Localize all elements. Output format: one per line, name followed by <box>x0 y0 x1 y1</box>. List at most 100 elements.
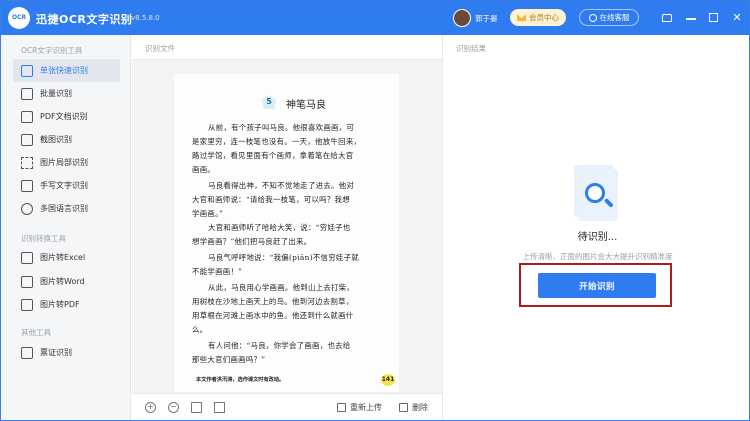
sidebar-item-label: 截图识别 <box>40 135 72 144</box>
sidebar-item-ticket[interactable]: 票证识别 <box>13 341 120 364</box>
word-icon <box>21 275 33 288</box>
service-icon <box>588 13 597 22</box>
sidebar-item-label: 批量识别 <box>40 89 72 98</box>
doc-line: 不能学画画！” <box>192 267 243 276</box>
zoom-in-icon[interactable]: + <box>145 402 156 413</box>
sidebar-section-title: OCR文字识别工具 <box>21 46 83 55</box>
app-window: OCR 迅捷OCR文字识别 v8.5.8.0 郭于晏 会员中心 在线客服 ✕ O… <box>0 0 750 421</box>
page-number-badge: 141 <box>381 374 395 386</box>
doc-line: 大官和画师听了哈哈大笑，说：“穷娃子也 <box>208 223 351 232</box>
doc-line: 大官和画师说：“请给我一枝笔，可以吗？我想 <box>192 195 350 204</box>
start-recognition-button[interactable]: 开始识别 <box>538 273 656 298</box>
result-panel-header: 识别结果 <box>442 35 749 60</box>
screenshot-icon <box>21 133 33 146</box>
doc-line: 画画。 <box>192 165 216 174</box>
sidebar-item-batch[interactable]: 批量识别 <box>13 82 120 105</box>
document-page: 5 神笔马良 从前，有个孩子叫马良。他很喜欢画画，可 是家里穷，连一枝笔也没有。… <box>174 74 399 392</box>
fit-screen-icon[interactable] <box>214 402 225 413</box>
maximize-icon <box>709 13 718 22</box>
doc-line: 从此，马良用心学画画。他到山上去打柴， <box>208 283 355 292</box>
doc-line: 用树枝在沙地上画天上的鸟。他到河边去割草， <box>192 297 354 306</box>
rotate-icon[interactable] <box>191 402 202 413</box>
doc-line: 学画画。” <box>192 209 224 218</box>
magnifier-icon <box>585 183 605 203</box>
waiting-illustration-icon <box>570 163 626 225</box>
doc-line: 是家里穷，连一枝笔也没有。一天，他放牛回来， <box>192 137 362 146</box>
doc-line: 用草根在河滩上画水中的鱼。他还到什么就画什 <box>192 311 354 320</box>
app-logo-icon: OCR <box>8 7 30 29</box>
pdf-icon <box>21 110 33 123</box>
app-version: v8.5.8.0 <box>131 14 160 22</box>
online-service-button[interactable]: 在线客服 <box>579 9 639 26</box>
doc-line: 马良气呼呼地说：“我偏(piān)不信穷娃子就 <box>208 253 359 262</box>
upload-icon <box>337 403 346 412</box>
delete-label: 删除 <box>412 403 428 412</box>
doc-footnote: 本文作者洪汛涛，选作课文时有改动。 <box>196 377 285 383</box>
crop-icon <box>21 156 33 169</box>
skin-icon <box>662 14 672 22</box>
online-service-label: 在线客服 <box>599 13 630 22</box>
delete-button[interactable]: 删除 <box>399 402 428 413</box>
doc-line: 有人问他：“马良，你学会了画画，也去给 <box>208 341 351 350</box>
vip-center-button[interactable]: 会员中心 <box>510 9 566 26</box>
skin-button[interactable] <box>659 10 675 26</box>
maximize-button[interactable] <box>706 10 722 26</box>
sidebar-item-word[interactable]: 图片转Word <box>13 270 120 293</box>
sidebar-item-topdf[interactable]: 图片转PDF <box>13 293 120 316</box>
doc-line: 路过学馆，看见里面有个画师，拿着笔在给大官 <box>192 151 354 160</box>
batch-icon <box>21 87 33 100</box>
sidebar-item-label: 图片转PDF <box>40 300 80 309</box>
pdf-convert-icon <box>21 298 33 311</box>
sidebar: OCR文字识别工具 单张快速识别 批量识别 PDF文档识别 截图识别 图片局部识… <box>1 35 131 420</box>
result-panel: 待识别... 上传清晰、正面的图片会大大提升识别精准度 开始识别 <box>442 60 749 420</box>
sidebar-item-multilang[interactable]: 多国语言识别 <box>13 197 120 220</box>
sidebar-item-label: 单张快速识别 <box>40 66 88 75</box>
sidebar-item-pdf[interactable]: PDF文档识别 <box>13 105 120 128</box>
sidebar-section-title: 识别转换工具 <box>21 234 66 243</box>
handwriting-icon <box>21 179 33 192</box>
reupload-button[interactable]: 重新上传 <box>337 402 382 413</box>
username[interactable]: 郭于晏 <box>475 13 498 24</box>
image-scan-icon <box>21 64 33 77</box>
sidebar-section-title: 其他工具 <box>21 328 51 337</box>
ticket-icon <box>21 346 33 359</box>
sidebar-item-label: 图片转Excel <box>40 253 86 262</box>
file-panel-title: 识别文件 <box>145 44 175 53</box>
app-title: 迅捷OCR文字识别 <box>36 13 133 26</box>
zoom-out-icon[interactable]: − <box>168 402 179 413</box>
result-panel-title: 识别结果 <box>456 44 486 53</box>
file-panel-header: 识别文件 <box>132 35 442 60</box>
sidebar-item-single-quick[interactable]: 单张快速识别 <box>13 59 120 82</box>
sidebar-item-partial[interactable]: 图片局部识别 <box>13 151 120 174</box>
chapter-title: 神笔马良 <box>286 100 326 111</box>
doc-line: 那些大官们画画吗？” <box>192 355 266 364</box>
sidebar-item-handwriting[interactable]: 手写文字识别 <box>13 174 120 197</box>
sidebar-item-label: 图片转Word <box>40 277 85 286</box>
doc-line: 想学画画？”他们把马良赶了出来。 <box>192 237 312 246</box>
sidebar-item-screenshot[interactable]: 截图识别 <box>13 128 120 151</box>
close-button[interactable]: ✕ <box>729 10 745 26</box>
avatar[interactable] <box>453 9 471 27</box>
preview-toolbar: + − 重新上传 删除 <box>132 393 442 420</box>
vip-center-label: 会员中心 <box>529 13 559 22</box>
excel-icon <box>21 251 33 264</box>
doc-line: 从前，有个孩子叫马良。他很喜欢画画，可 <box>208 123 355 132</box>
status-hint: 上传清晰、正面的图片会大大提升识别精准度 <box>522 252 673 261</box>
sidebar-item-label: 图片局部识别 <box>40 158 88 167</box>
document-preview[interactable]: 5 神笔马良 从前，有个孩子叫马良。他很喜欢画画，可 是家里穷，连一枝笔也没有。… <box>132 60 442 393</box>
doc-line: 么。 <box>192 325 208 334</box>
sidebar-item-label: PDF文档识别 <box>40 112 88 121</box>
status-title: 待识别... <box>577 232 618 243</box>
title-bar: OCR 迅捷OCR文字识别 v8.5.8.0 郭于晏 会员中心 在线客服 ✕ <box>1 1 749 35</box>
sidebar-item-label: 手写文字识别 <box>40 181 88 190</box>
minimize-button[interactable] <box>683 10 699 26</box>
trash-icon <box>399 403 408 412</box>
doc-line: 马良看得出神，不知不觉地走了进去。他对 <box>208 181 355 190</box>
close-icon: ✕ <box>732 11 742 24</box>
chapter-number: 5 <box>262 95 276 109</box>
globe-icon <box>21 202 33 215</box>
minimize-icon <box>686 18 696 20</box>
crown-icon <box>517 14 526 21</box>
sidebar-item-excel[interactable]: 图片转Excel <box>13 246 120 269</box>
sidebar-item-label: 多国语言识别 <box>40 204 88 213</box>
